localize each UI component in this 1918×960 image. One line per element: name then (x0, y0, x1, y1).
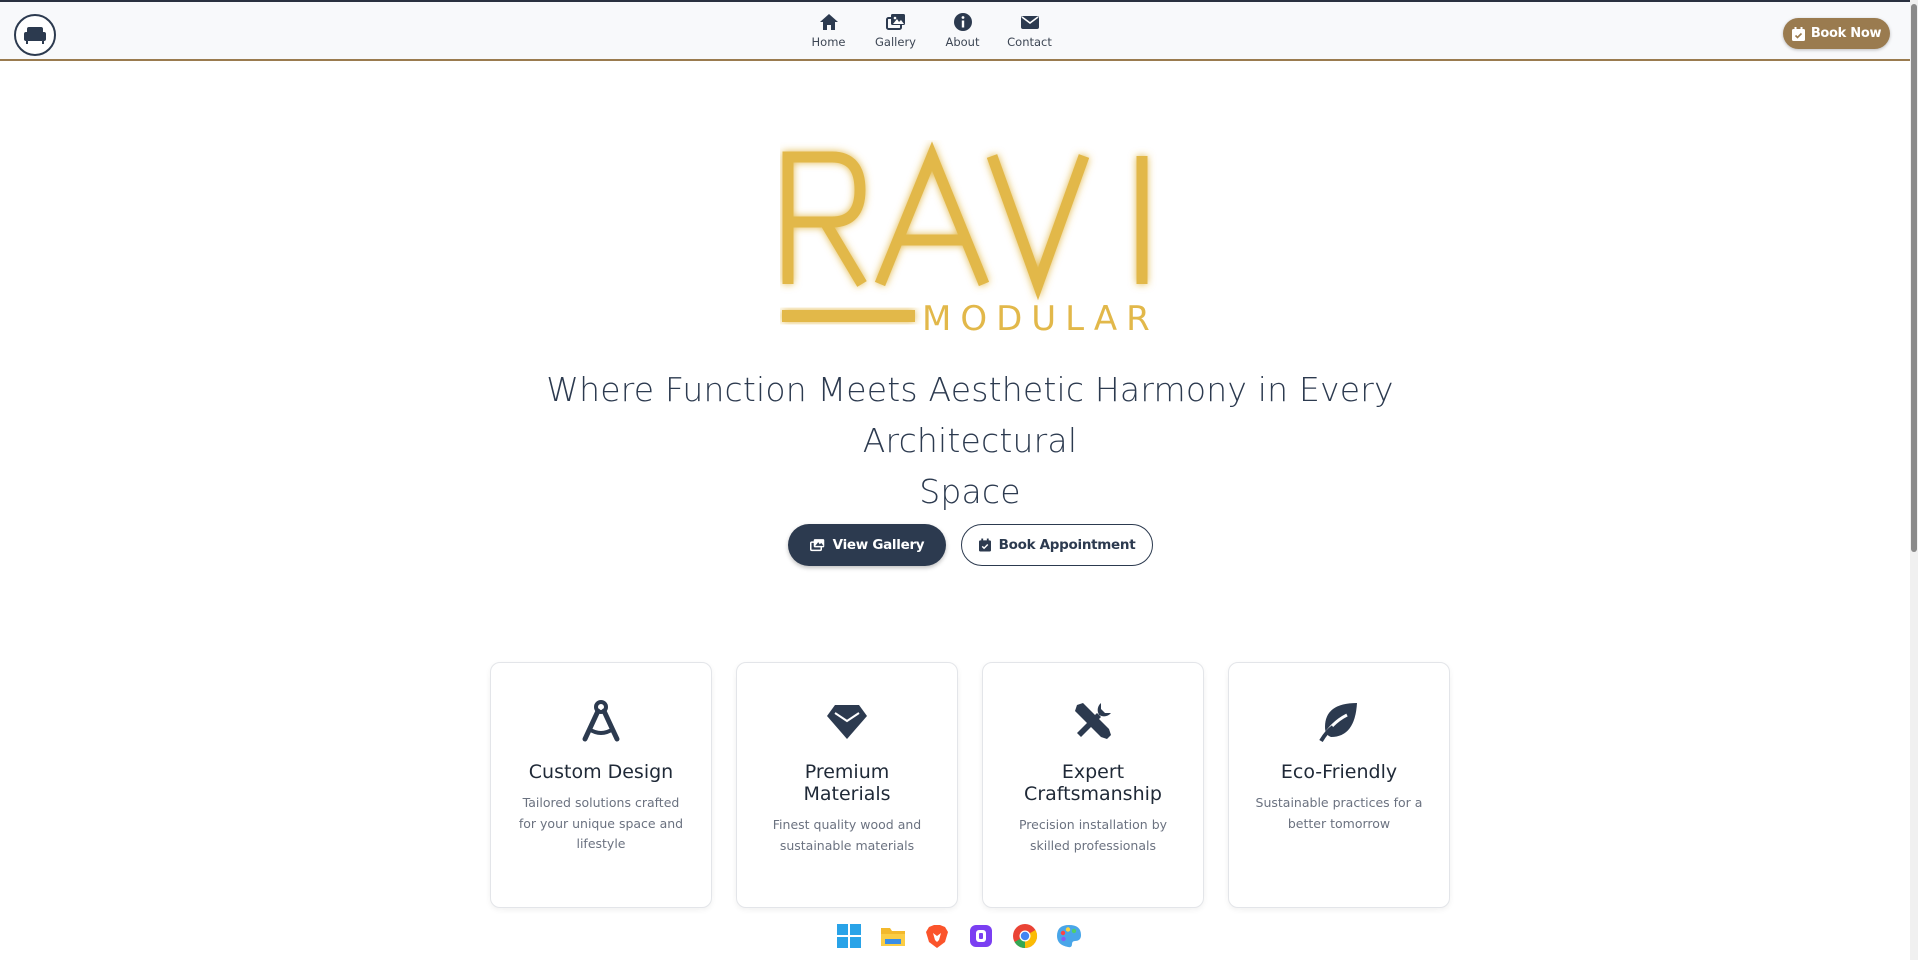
page-scrollbar[interactable] (1910, 0, 1918, 960)
nav-label-home: Home (811, 35, 846, 49)
nav-item-gallery[interactable]: Gallery (862, 12, 929, 49)
nav-label-about: About (945, 35, 980, 49)
file-explorer-icon[interactable] (880, 923, 906, 949)
images-icon (885, 14, 905, 30)
feature-desc: Sustainable practices for a better tomor… (1255, 795, 1423, 831)
paint-icon[interactable] (1056, 923, 1082, 949)
leaf-icon (1319, 703, 1357, 743)
sofa-icon (24, 27, 46, 44)
home-icon (819, 14, 838, 30)
nav-label-contact: Contact (1007, 35, 1052, 49)
info-icon (953, 13, 972, 31)
feature-card-expert-craftsmanship: Expert Craftsmanship Precision installat… (982, 662, 1204, 908)
windows-icon[interactable] (836, 923, 862, 949)
calendar-check-icon (1791, 26, 1805, 41)
ravi-modular-logo: MODULAR (782, 141, 1159, 339)
feature-title: Premium Materials (803, 761, 891, 805)
feature-desc: Tailored solutions crafted for your uniq… (518, 795, 684, 851)
book-appointment-button[interactable]: Book Appointment (961, 524, 1153, 566)
feature-desc: Precision installation by skilled profes… (1018, 817, 1168, 853)
book-now-button[interactable]: Book Now (1783, 18, 1890, 49)
book-appointment-label: Book Appointment (998, 537, 1136, 553)
nav-label-gallery: Gallery (875, 35, 916, 49)
view-gallery-button[interactable]: View Gallery (788, 524, 946, 566)
tools-icon (1075, 703, 1111, 739)
site-logo-button[interactable] (14, 14, 56, 56)
envelope-icon (1020, 16, 1039, 29)
images-icon (809, 538, 824, 551)
calendar-check-icon (978, 538, 991, 552)
feature-card-premium-materials: Premium Materials Finest quality wood an… (736, 662, 958, 908)
main-nav: Home Gallery About Contact (795, 12, 1063, 49)
brave-icon[interactable] (924, 923, 950, 949)
view-gallery-label: View Gallery (832, 537, 925, 553)
top-navbar: Home Gallery About Contact Book Now (0, 0, 1910, 61)
app-icon[interactable] (968, 923, 994, 949)
compass-drafting-icon (582, 700, 620, 742)
feature-card-custom-design: Custom Design Tailored solutions crafted… (490, 662, 712, 908)
feature-title: Eco-Friendly (1280, 761, 1398, 783)
book-now-label: Book Now (1810, 26, 1882, 41)
feature-title: Expert Craftsmanship (1024, 761, 1162, 805)
tagline-line-1: Where Function Meets Aesthetic Harmony i… (546, 370, 1394, 460)
feature-card-eco-friendly: Eco-Friendly Sustainable practices for a… (1228, 662, 1450, 908)
feature-title: Custom Design (528, 761, 674, 783)
gem-icon (827, 705, 867, 739)
nav-item-about[interactable]: About (929, 12, 996, 49)
hero-tagline: Where Function Meets Aesthetic Harmony i… (470, 364, 1470, 517)
chrome-icon[interactable] (1012, 923, 1038, 949)
os-taskbar (836, 923, 1082, 949)
nav-item-home[interactable]: Home (795, 12, 862, 49)
feature-desc: Finest quality wood and sustainable mate… (772, 817, 922, 853)
nav-item-contact[interactable]: Contact (996, 12, 1063, 49)
brand-sub-text: MODULAR (922, 299, 1159, 339)
tagline-line-2: Space (919, 472, 1021, 511)
scrollbar-thumb[interactable] (1911, 4, 1917, 552)
